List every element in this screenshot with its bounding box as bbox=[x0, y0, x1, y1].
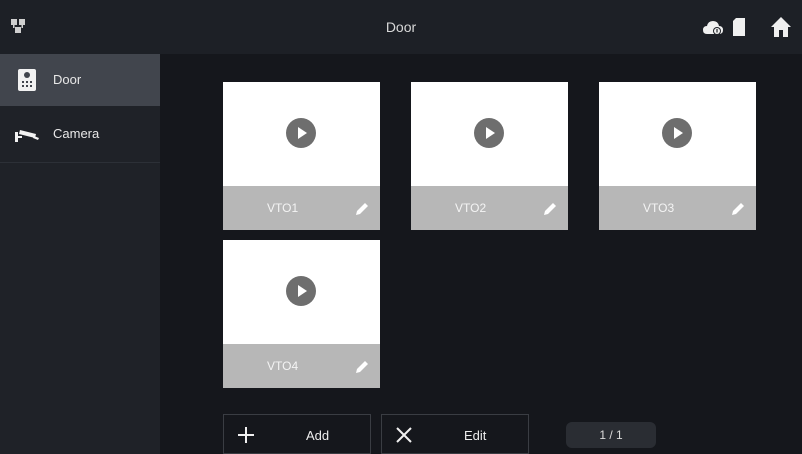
home-icon[interactable] bbox=[770, 16, 792, 38]
door-station-icon bbox=[18, 69, 36, 91]
video-preview[interactable] bbox=[223, 82, 380, 186]
sidebar-item-camera[interactable]: Camera bbox=[0, 108, 160, 160]
close-icon bbox=[396, 427, 412, 443]
device-label-bar: VTO1 bbox=[223, 186, 380, 230]
pencil-icon[interactable] bbox=[729, 200, 747, 218]
device-name: VTO3 bbox=[643, 201, 675, 215]
top-bar: Door bbox=[0, 0, 802, 54]
sidebar-item-label: Camera bbox=[53, 126, 100, 141]
device-label-bar: VTO4 bbox=[223, 344, 380, 388]
sidebar-divider bbox=[0, 162, 160, 163]
device-name: VTO2 bbox=[455, 201, 487, 215]
device-card-vto1[interactable]: VTO1 bbox=[223, 82, 380, 230]
device-card-vto2[interactable]: VTO2 bbox=[411, 82, 568, 230]
plus-icon bbox=[238, 427, 254, 443]
device-name: VTO1 bbox=[267, 201, 299, 215]
page-indicator: 1 / 1 bbox=[566, 422, 656, 448]
video-preview[interactable] bbox=[223, 240, 380, 344]
device-card-vto4[interactable]: VTO4 bbox=[223, 240, 380, 388]
sidebar-item-door[interactable]: Door bbox=[0, 54, 160, 106]
pencil-icon[interactable] bbox=[353, 200, 371, 218]
device-name: VTO4 bbox=[267, 359, 299, 373]
page-title: Door bbox=[385, 19, 417, 35]
cloud-icon[interactable] bbox=[702, 20, 724, 36]
device-label-bar: VTO3 bbox=[599, 186, 756, 230]
device-grid: VTO1 VTO2 VTO3 VTO4 Add Edit 1 / 1 bbox=[160, 54, 802, 454]
play-icon[interactable] bbox=[286, 118, 316, 148]
video-preview[interactable] bbox=[411, 82, 568, 186]
edit-button-label: Edit bbox=[464, 428, 487, 443]
sd-card-icon[interactable] bbox=[732, 18, 746, 36]
camera-icon bbox=[15, 130, 39, 142]
pencil-icon[interactable] bbox=[541, 200, 559, 218]
add-button-label: Add bbox=[306, 428, 330, 443]
device-label-bar: VTO2 bbox=[411, 186, 568, 230]
device-card-vto3[interactable]: VTO3 bbox=[599, 82, 756, 230]
video-preview[interactable] bbox=[599, 82, 756, 186]
play-icon[interactable] bbox=[286, 276, 316, 306]
pencil-icon[interactable] bbox=[353, 358, 371, 376]
add-button[interactable]: Add bbox=[223, 414, 371, 454]
edit-button[interactable]: Edit bbox=[381, 414, 529, 454]
play-icon[interactable] bbox=[662, 118, 692, 148]
sidebar: Door Camera bbox=[0, 54, 160, 454]
sidebar-item-label: Door bbox=[53, 72, 82, 87]
play-icon[interactable] bbox=[474, 118, 504, 148]
